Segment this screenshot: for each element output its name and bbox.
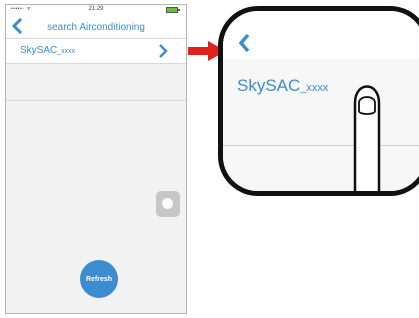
refresh-button[interactable]: Refresh [80,260,118,298]
page-title: search Airconditioning [47,22,145,33]
phone-screen: •••••◦ ᯤ 21:29 search Airconditioning Sk… [5,4,187,314]
battery-icon [166,7,180,13]
device-name-text: SkySAC [20,45,58,56]
zoom-device-name: SkySAC_xxxx [237,76,328,96]
assistive-touch-button[interactable] [156,191,180,217]
back-chevron-icon [238,33,250,53]
device-item-skysac[interactable]: SkySAC_xxxx [6,39,186,64]
zoom-nav-bar [223,11,419,60]
list-empty-row [6,64,186,101]
chevron-right-icon [159,44,168,58]
pointing-finger-icon [353,85,381,191]
device-name-suffix: _xxxx [57,48,76,55]
device-name: SkySAC_xxxx [20,45,75,56]
device-list: SkySAC_xxxx [6,39,186,101]
assistive-touch-icon [162,198,173,209]
status-bar: •••••◦ ᯤ 21:29 [6,5,186,14]
zoom-device-name-suffix: _xxxx [300,82,329,94]
nav-bar: search Airconditioning [6,14,186,39]
zoom-device-name-text: SkySAC [237,76,301,95]
status-time: 21:29 [88,6,104,12]
zoom-callout: SkySAC_xxxx [218,6,419,196]
